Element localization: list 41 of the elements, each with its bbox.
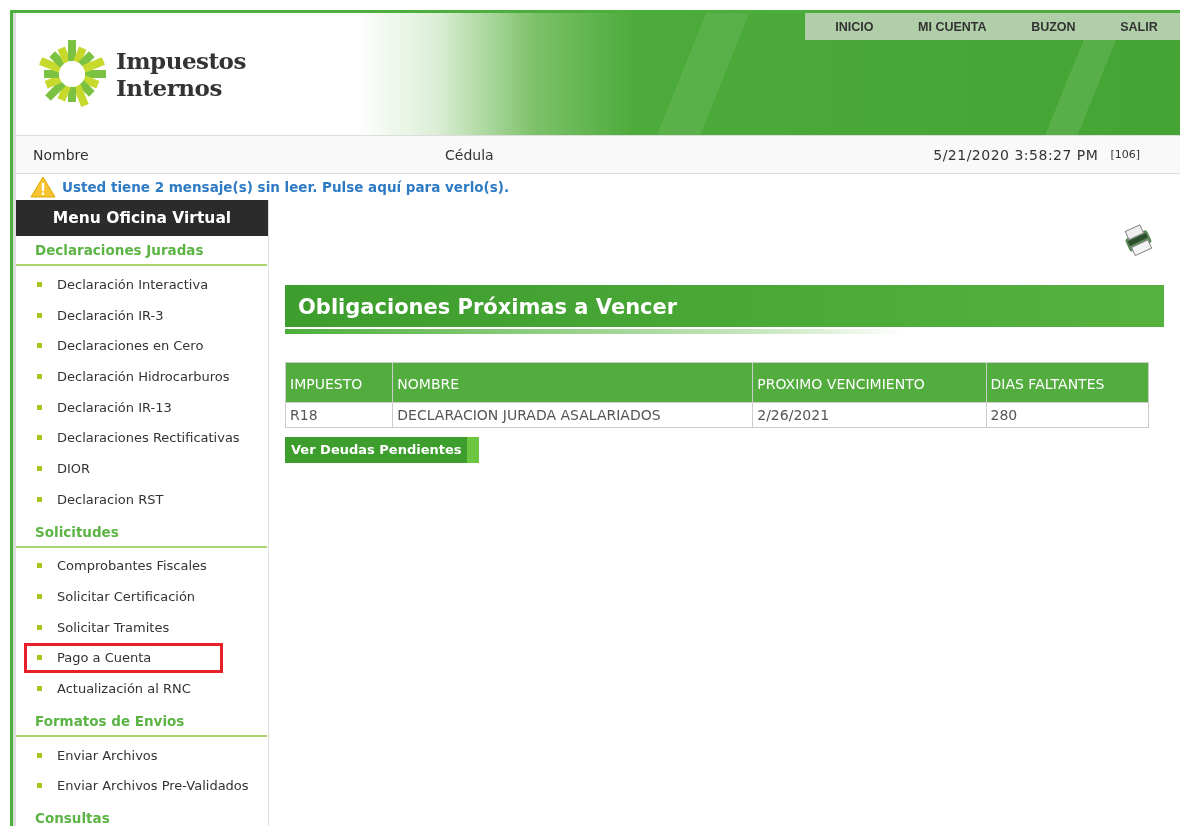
menu-item[interactable]: Comprobantes Fiscales	[24, 550, 223, 582]
menu-item[interactable]: Solicitar Certificación	[24, 581, 223, 612]
menu-item[interactable]: Actualización al RNC	[24, 673, 223, 704]
menu-item[interactable]: Pago a Cuenta	[24, 642, 223, 674]
menu-item[interactable]: Declaración IR-3	[24, 299, 223, 331]
date-time: 5/21/2020 3:58:27 PM	[933, 146, 1099, 163]
nav-link[interactable]: MI CUENTA	[918, 19, 987, 34]
menu-item[interactable]: DIOR	[24, 453, 223, 484]
menu-item[interactable]: Declaración IR-13	[24, 391, 223, 423]
table-cell: 280	[986, 402, 1149, 428]
table-cell: DECLARACION JURADA ASALARIADOS	[392, 402, 753, 428]
menu-title: Menu Oficina Virtual	[16, 200, 268, 236]
table-cell: 2/26/2021	[752, 402, 987, 428]
session-code: [106]	[1110, 148, 1140, 161]
name-label: Nombre	[33, 146, 90, 163]
menu-item[interactable]: Declaracion RST	[24, 483, 223, 515]
menu-item[interactable]: Declaraciones en Cero	[24, 330, 223, 362]
nav-link[interactable]: BUZON	[1031, 19, 1076, 34]
menu-section-header: Solicitudes	[16, 517, 267, 548]
column-header: DIAS FALTANTES	[986, 362, 1149, 403]
menu-section-header: Declaraciones Juradas	[16, 236, 267, 266]
menu-item[interactable]: Declaración Hidrocarburos	[24, 361, 237, 392]
logo-text: Impuestos Internos	[116, 47, 246, 101]
menu-item[interactable]: Solicitar Tramites	[24, 611, 223, 643]
warning-icon	[30, 176, 56, 198]
nav-link[interactable]: SALIR	[1120, 19, 1158, 34]
section-title-banner: Obligaciones Próximas a Vencer	[285, 285, 1164, 327]
id-label: Cédula	[445, 146, 495, 163]
unread-messages-link[interactable]: Usted tiene 2 mensaje(s) sin leer. Pulse aquí para verlo(s).	[62, 179, 510, 195]
menu-item[interactable]: Enviar Archivos	[24, 739, 223, 771]
column-header: PROXIMO VENCIMIENTO	[752, 362, 987, 403]
column-header: NOMBRE	[392, 362, 753, 403]
menu-item[interactable]: Declaraciones Rectificativas	[24, 422, 247, 454]
column-header: IMPUESTO	[285, 362, 393, 403]
menu-section-header: Formatos de Envios	[16, 706, 267, 737]
menu-section-header: Consultas	[16, 804, 267, 826]
menu-item[interactable]: Enviar Archivos Pre-Validados	[24, 770, 256, 802]
sunburst-logo-icon	[36, 38, 108, 110]
nav-link[interactable]: INICIO	[835, 19, 874, 34]
table-cell: R18	[285, 402, 393, 428]
menu-item[interactable]: Declaración Interactiva	[24, 269, 223, 300]
